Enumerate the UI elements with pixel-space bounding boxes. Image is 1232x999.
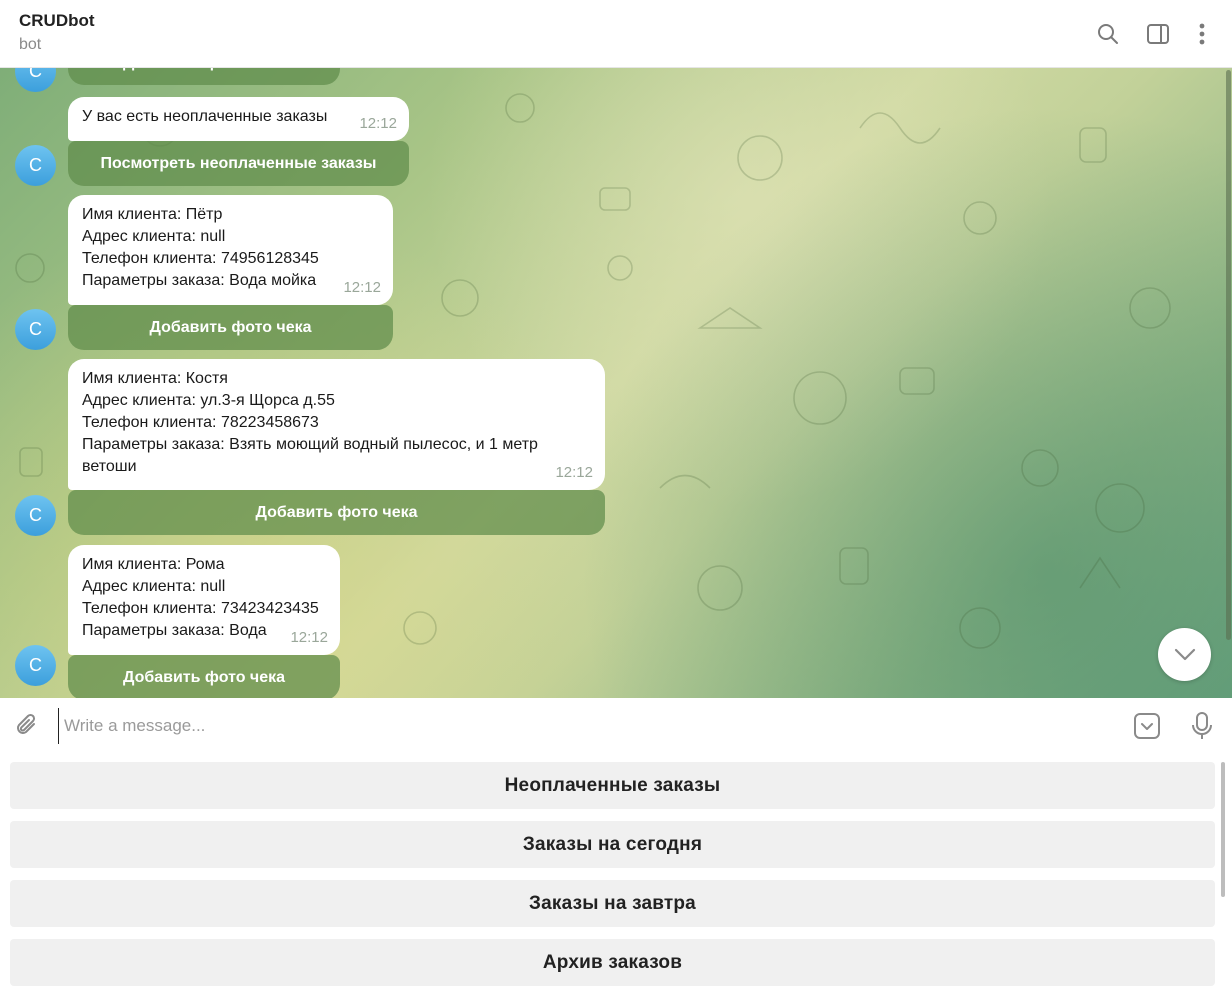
message-bubble: Имя клиента: Пётр Адрес клиента: null Те…	[68, 195, 393, 305]
chat-scrollbar[interactable]	[1226, 70, 1231, 640]
message-text: Адрес клиента: null	[82, 228, 226, 245]
search-icon[interactable]	[1094, 20, 1122, 48]
message-text: Параметры заказа: Вода	[82, 622, 267, 639]
message-list[interactable]: C Добавить фото чека У вас есть неоплаче…	[0, 68, 1232, 698]
paperclip-icon[interactable]	[13, 712, 41, 740]
message-text: Имя клиента: Костя	[82, 370, 228, 387]
inline-button-add-receipt-photo[interactable]: Добавить фото чека	[68, 68, 340, 85]
message-time: 12:12	[343, 279, 381, 296]
microphone-icon[interactable]	[1188, 710, 1216, 742]
message-text: Имя клиента: Пётр	[82, 206, 223, 223]
keyboard-scrollbar[interactable]	[1221, 762, 1225, 897]
message-bubble: Имя клиента: Рома Адрес клиента: null Те…	[68, 545, 340, 655]
message-bubble: Имя клиента: Костя Адрес клиента: ул.3-я…	[68, 359, 605, 490]
bot-avatar[interactable]: C	[15, 145, 56, 186]
inline-button-add-receipt-photo[interactable]: Добавить фото чека	[68, 655, 340, 698]
inline-button-add-receipt-photo[interactable]: Добавить фото чека	[68, 305, 393, 350]
message-time: 12:12	[555, 464, 593, 481]
message-text: Параметры заказа: Взять моющий водный пы…	[82, 436, 538, 453]
chat-title[interactable]: CRUDbot	[19, 11, 95, 31]
scroll-to-bottom-button[interactable]	[1158, 628, 1211, 681]
message-text: Телефон клиента: 73423423435	[82, 600, 319, 617]
keyboard-button-orders-tomorrow[interactable]: Заказы на завтра	[10, 880, 1215, 927]
more-vertical-icon[interactable]	[1188, 20, 1216, 48]
message-input[interactable]	[58, 708, 1108, 744]
message-text: ветоши	[82, 458, 137, 475]
message-text: Параметры заказа: Вода мойка	[82, 272, 317, 289]
sidebar-toggle-icon[interactable]	[1144, 20, 1172, 48]
bot-avatar[interactable]: C	[15, 309, 56, 350]
keyboard-button-orders-today[interactable]: Заказы на сегодня	[10, 821, 1215, 868]
chat-header: CRUDbot bot	[0, 0, 1232, 68]
message-composer	[0, 698, 1232, 754]
message-bubble: У вас есть неоплаченные заказы 12:12	[68, 97, 409, 141]
message-time: 12:12	[290, 629, 328, 646]
inline-button-add-receipt-photo[interactable]: Добавить фото чека	[68, 490, 605, 535]
keyboard-button-unpaid-orders[interactable]: Неоплаченные заказы	[10, 762, 1215, 809]
inline-button-view-unpaid-orders[interactable]: Посмотреть неоплаченные заказы	[68, 141, 409, 186]
reply-keyboard: Неоплаченные заказы Заказы на сегодня За…	[0, 754, 1232, 999]
bot-commands-icon[interactable]	[1132, 711, 1162, 741]
chat-subtitle: bot	[19, 36, 42, 53]
message-text: У вас есть неоплаченные заказы	[82, 108, 328, 125]
message-text: Телефон клиента: 74956128345	[82, 250, 319, 267]
message-text: Адрес клиента: null	[82, 578, 226, 595]
message-text: Телефон клиента: 78223458673	[82, 414, 319, 431]
message-time: 12:12	[359, 115, 397, 132]
chevron-down-icon	[1174, 648, 1195, 660]
keyboard-button-orders-archive[interactable]: Архив заказов	[10, 939, 1215, 986]
message-text: Адрес клиента: ул.3-я Щорса д.55	[82, 392, 335, 409]
message-text: Имя клиента: Рома	[82, 556, 225, 573]
bot-avatar[interactable]: C	[15, 495, 56, 536]
bot-avatar[interactable]: C	[15, 645, 56, 686]
